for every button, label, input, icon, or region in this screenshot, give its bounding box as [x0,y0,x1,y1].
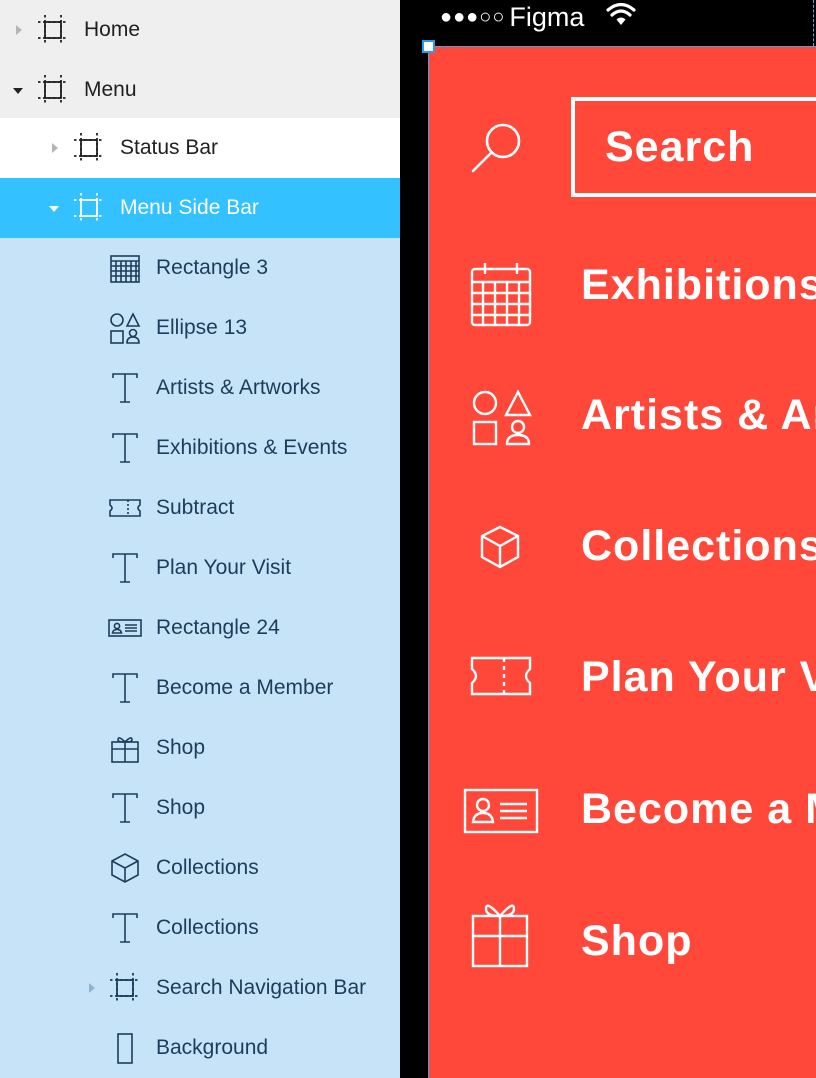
menu-item-label: Exhibitions & Events [581,261,816,309]
frame-icon [36,73,70,107]
layer-label: Background [156,1036,269,1059]
layer-menu[interactable]: Menu [0,60,400,120]
layer-home[interactable]: Home [0,0,400,60]
frame-guide [813,0,814,46]
layer-background[interactable]: Background [0,1018,400,1078]
menu-item-label: Shop [581,917,693,965]
layer-label: Become a Member [156,676,334,699]
calendar-icon [108,251,142,285]
cube-icon [479,525,521,569]
wifi-icon [606,2,637,33]
layer-shop-gift[interactable]: Shop [0,718,400,778]
layer-search-navigation-bar[interactable]: Search Navigation Bar [0,958,400,1018]
ticket-icon [469,655,533,697]
text-icon [108,371,142,405]
ticket-icon [108,491,142,525]
caret-right-icon[interactable] [12,23,26,37]
layer-exhibitions-events[interactable]: Exhibitions & Events [0,418,400,478]
text-icon [108,431,142,465]
layer-label: Rectangle 24 [156,616,280,639]
frame-icon [36,13,70,47]
design-canvas[interactable]: ●●●○○ Figma Search Exhibitions & Events … [400,0,816,1078]
layer-label: Status Bar [120,136,219,159]
caret-down-icon[interactable] [47,202,61,216]
layer-ellipse-13[interactable]: Ellipse 13 [0,298,400,358]
layer-shop-text[interactable]: Shop [0,778,400,838]
caret-down-icon[interactable] [11,84,25,98]
frame-icon [72,191,106,225]
layer-rectangle-3[interactable]: Rectangle 3 [0,238,400,298]
layer-label: Search Navigation Bar [156,976,367,999]
layer-label: Collections [156,856,259,879]
layer-menu-side-bar[interactable]: Menu Side Bar [0,178,400,238]
text-icon [108,791,142,825]
signal-strength: ●●●○○ [440,5,506,28]
text-icon [108,911,142,945]
layer-label: Menu [84,78,137,101]
menu-side-bar-frame[interactable]: Search Exhibitions & Events Artists & Ar… [428,46,816,1078]
rectangle-icon [108,1031,142,1065]
layer-artists-artworks[interactable]: Artists & Artworks [0,358,400,418]
resize-handle[interactable] [422,40,435,53]
status-bar: ●●●○○ Figma [440,0,637,34]
layer-label: Plan Your Visit [156,556,292,579]
frame-icon [72,131,106,165]
layer-label: Ellipse 13 [156,316,248,339]
shapes-icon [108,311,142,345]
layers-panel: Home Menu Status Bar Menu Side Bar Recta… [0,0,400,1078]
search-input[interactable]: Search [571,97,816,197]
layer-label: Rectangle 3 [156,256,269,279]
shapes-icon [471,389,533,447]
text-icon [108,551,142,585]
cube-icon [108,851,142,885]
layer-collections-cube[interactable]: Collections [0,838,400,898]
layer-label: Artists & Artworks [156,376,321,399]
layer-label: Subtract [156,496,235,519]
layer-rectangle-24[interactable]: Rectangle 24 [0,598,400,658]
layer-label: Collections [156,916,259,939]
layer-label: Shop [156,796,206,819]
frame-icon [108,971,142,1005]
search-placeholder: Search [605,123,755,171]
caret-right-icon[interactable] [85,981,99,995]
layer-subtract[interactable]: Subtract [0,478,400,538]
calendar-icon [469,260,533,328]
layer-status-bar[interactable]: Status Bar [0,118,400,178]
menu-item-label: Artists & Artworks [581,391,816,439]
gift-icon [469,895,531,969]
layer-label: Shop [156,736,206,759]
layer-label: Menu Side Bar [120,196,259,219]
gift-icon [108,731,142,765]
member-card-icon [463,787,539,835]
menu-item-label: Plan Your Visit [581,653,816,701]
layer-plan-your-visit[interactable]: Plan Your Visit [0,538,400,598]
caret-right-icon[interactable] [48,141,62,155]
layer-label: Exhibitions & Events [156,436,348,459]
carrier-name: Figma [509,1,585,32]
menu-item-label: Become a Member [581,785,816,833]
layer-collections-text[interactable]: Collections [0,898,400,958]
menu-item-label: Collections [581,522,816,570]
search-icon[interactable] [469,119,525,175]
layer-become-a-member[interactable]: Become a Member [0,658,400,718]
layer-label: Home [84,18,141,41]
member-card-icon [108,611,142,645]
text-icon [108,671,142,705]
